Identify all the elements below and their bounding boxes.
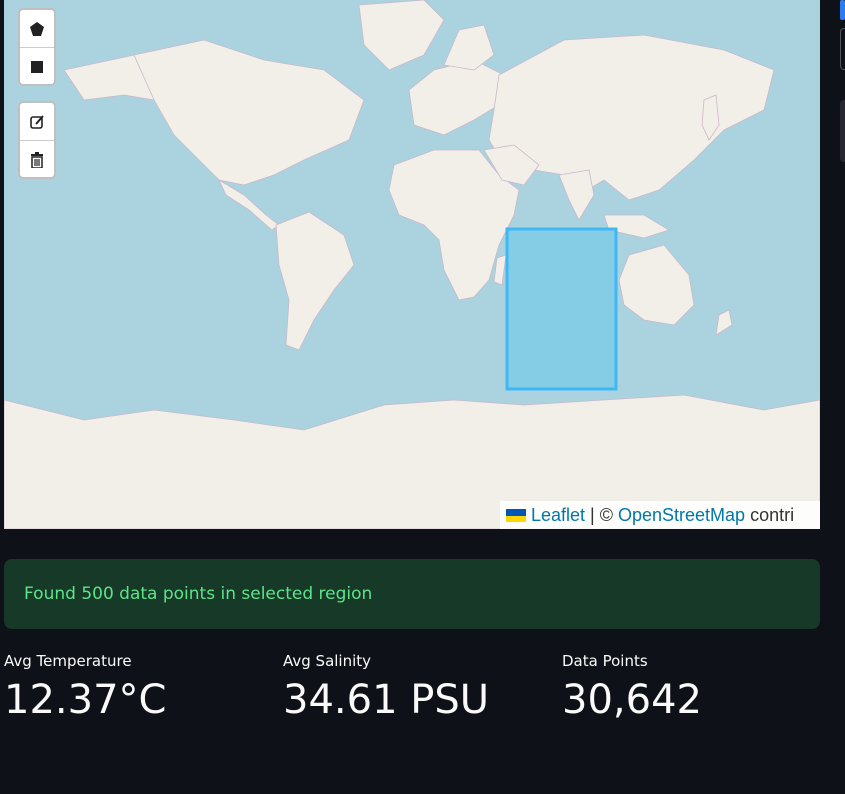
ukraine-flag-icon	[506, 508, 526, 522]
pentagon-icon	[30, 21, 44, 36]
metric-label: Avg Salinity	[283, 652, 372, 670]
metric-label: Data Points	[562, 652, 648, 670]
metric-value: 12.37°C	[4, 677, 167, 723]
sidebar-edge-panel	[840, 100, 845, 162]
metric-value: 34.61 PSU	[283, 677, 490, 723]
metric-avg-temperature: Avg Temperature 12.37°C	[4, 652, 166, 724]
draw-polygon-button[interactable]	[20, 10, 54, 48]
trash-icon	[31, 151, 43, 168]
edit-layers-button[interactable]	[20, 103, 54, 141]
edit-toolbar	[18, 101, 56, 179]
delete-layers-button[interactable]	[20, 141, 54, 178]
metric-label: Avg Temperature	[4, 652, 132, 670]
attribution-separator: | ©	[590, 504, 613, 525]
success-alert: Found 500 data points in selected region	[4, 559, 820, 629]
sidebar-edge-button[interactable]	[840, 0, 845, 20]
openstreetmap-link[interactable]: OpenStreetMap	[618, 505, 745, 526]
world-map-tiles	[4, 0, 820, 529]
metric-data-points: Data Points 30,642	[562, 652, 702, 724]
draw-toolbar	[18, 8, 56, 86]
success-message: Found 500 data points in selected region	[24, 584, 373, 604]
metric-avg-salinity: Avg Salinity 34.61 PSU	[283, 652, 489, 724]
edit-icon	[30, 114, 44, 129]
selection-rectangle	[505, 227, 618, 391]
square-icon	[31, 60, 43, 73]
map-attribution: Leaflet | © OpenStreetMap contri	[500, 501, 820, 529]
draw-rectangle-button[interactable]	[20, 48, 54, 85]
map-view[interactable]: Leaflet | © OpenStreetMap contri	[4, 0, 820, 529]
leaflet-link[interactable]: Leaflet	[531, 505, 585, 526]
metric-value: 30,642	[562, 677, 702, 723]
attribution-trailing: contri	[750, 504, 795, 525]
sidebar-edge-input[interactable]	[840, 28, 845, 70]
